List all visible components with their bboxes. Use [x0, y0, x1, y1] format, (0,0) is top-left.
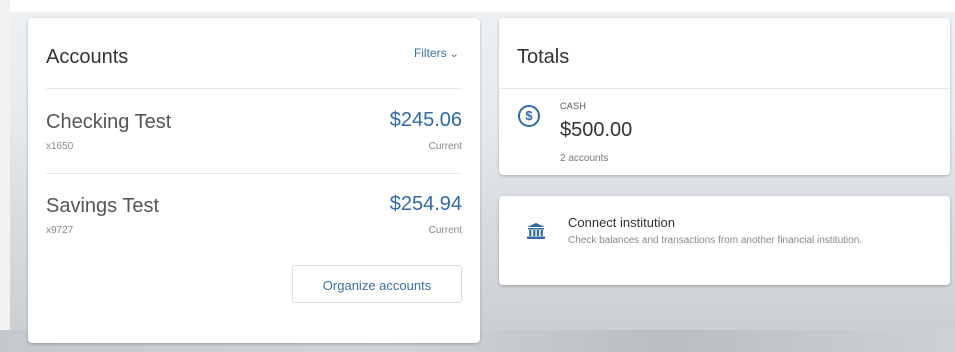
cash-total: $500.00 — [560, 119, 633, 141]
filters-button[interactable]: Filters ⌄ — [413, 46, 459, 60]
account-number: x1650 — [46, 141, 74, 152]
cash-accounts-count: 2 accounts — [560, 153, 609, 164]
connect-institution-card[interactable]: Connect institution Check balances and t… — [499, 196, 950, 285]
accounts-card: Accounts Filters ⌄ Checking Test x1650 $2… — [28, 18, 480, 343]
account-balance-status: Current — [428, 141, 462, 152]
account-row-savings[interactable]: Savings Test x9727 $254.94 Current — [28, 193, 480, 275]
account-number: x9727 — [46, 225, 74, 236]
dollar-circle-icon: $ — [518, 105, 540, 127]
bank-icon — [527, 223, 545, 239]
account-balance: $245.06 — [389, 109, 462, 131]
divider — [46, 173, 462, 174]
totals-card: Totals $ CASH $500.00 2 accounts — [499, 18, 950, 175]
chevron-down-icon: ⌄ — [448, 49, 459, 60]
connect-institution-description: Check balances and transactions from ano… — [568, 235, 863, 246]
divider — [499, 88, 950, 89]
cash-label: CASH — [560, 101, 587, 111]
account-balance: $254.94 — [389, 193, 462, 215]
divider — [46, 88, 462, 89]
account-row-checking[interactable]: Checking Test x1650 $245.06 Current — [28, 109, 480, 191]
organize-accounts-button[interactable]: Organize accounts — [292, 265, 462, 303]
page-top-strip — [0, 0, 955, 12]
account-balance-status: Current — [428, 225, 462, 236]
accounts-title: Accounts — [46, 46, 129, 68]
filters-label: Filters — [413, 46, 447, 60]
page-left-strip — [0, 0, 10, 352]
account-name: Savings Test — [46, 195, 160, 217]
totals-title: Totals — [517, 46, 570, 68]
account-name: Checking Test — [46, 111, 172, 133]
connect-institution-title: Connect institution — [568, 215, 675, 230]
